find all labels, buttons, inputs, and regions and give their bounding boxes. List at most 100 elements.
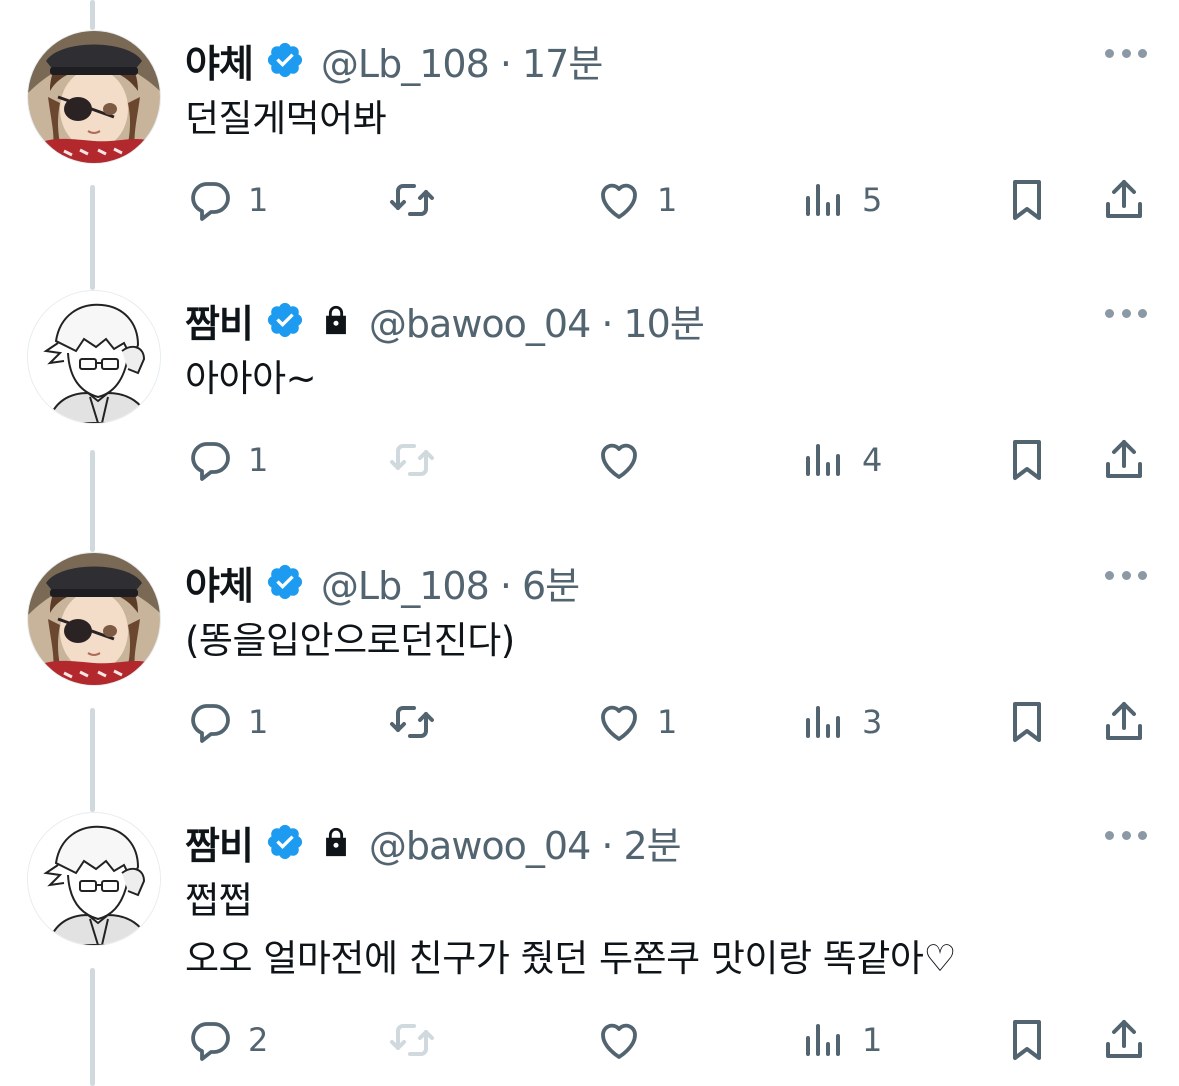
views-icon [800, 698, 848, 746]
verified-badge-icon [265, 40, 305, 80]
thread-line [90, 0, 95, 30]
reply-icon [186, 436, 234, 484]
reply-button[interactable]: 1 [186, 170, 268, 230]
action-bar: 1 4 [0, 430, 1179, 490]
view-count: 1 [862, 1021, 883, 1059]
share-icon [1100, 176, 1148, 224]
more-icon[interactable] [1105, 46, 1147, 60]
action-bar: 2 1 [0, 1010, 1179, 1070]
action-bar: 1 1 5 [0, 170, 1179, 230]
bookmark-icon [1003, 176, 1051, 224]
handle-and-time[interactable]: @bawoo_04 · 10분 [369, 293, 705, 348]
tweet-text-line: 쩝쩝 [185, 879, 253, 922]
share-icon [1100, 436, 1148, 484]
tweet-header: 짬비 @bawoo_04 · 10분 [185, 290, 705, 350]
retweet-button[interactable] [388, 692, 436, 752]
bookmark-icon [1003, 436, 1051, 484]
views-icon [800, 176, 848, 224]
tweet-header: 짬비 @bawoo_04 · 2분 [185, 812, 682, 872]
more-icon[interactable] [1105, 306, 1147, 320]
tweet-header: 야체 @Lb_108 · 17분 [185, 30, 603, 90]
views-button[interactable]: 4 [800, 430, 882, 490]
bookmark-icon [1003, 698, 1051, 746]
view-count: 3 [862, 703, 883, 741]
tweet-3[interactable]: 야체 @Lb_108 · 6분 (똥을입안으로던진다) 1 1 3 [0, 552, 1179, 812]
tweet-text: 던질게먹어봐 [185, 90, 387, 148]
views-icon [800, 436, 848, 484]
tweet-4[interactable]: 짬비 @bawoo_04 · 2분 쩝쩝오오 얼마전에 친구가 줬던 두쫀쿠 맛… [0, 812, 1179, 1072]
lock-icon [319, 825, 353, 859]
reply-button[interactable]: 1 [186, 692, 268, 752]
retweet-icon [388, 176, 436, 224]
like-button[interactable] [595, 430, 657, 490]
avatar-sketch-boy[interactable] [27, 812, 161, 946]
retweet-button [388, 430, 436, 490]
tweet-1[interactable]: 야체 @Lb_108 · 17분 던질게먹어봐 1 1 5 [0, 30, 1179, 290]
display-name[interactable]: 야체 [185, 555, 254, 610]
share-button[interactable] [1100, 1010, 1148, 1070]
like-button[interactable] [595, 1010, 657, 1070]
handle-and-time[interactable]: @bawoo_04 · 2분 [369, 815, 682, 870]
share-button[interactable] [1100, 430, 1148, 490]
bookmark-button[interactable] [1003, 430, 1051, 490]
tweet-text-line: 오오 얼마전에 친구가 줬던 두쫀쿠 맛이랑 똑같아♡ [185, 937, 957, 980]
retweet-icon [388, 698, 436, 746]
like-count: 1 [657, 181, 678, 219]
views-button[interactable]: 3 [800, 692, 882, 752]
verified-badge-icon [265, 562, 305, 602]
heart-icon [595, 436, 643, 484]
views-button[interactable]: 1 [800, 1010, 882, 1070]
views-button[interactable]: 5 [800, 170, 882, 230]
views-icon [800, 1016, 848, 1064]
share-icon [1100, 1016, 1148, 1064]
share-button[interactable] [1100, 692, 1148, 752]
bookmark-button[interactable] [1003, 170, 1051, 230]
reply-icon [186, 176, 234, 224]
avatar-girl-eyepatch[interactable] [27, 30, 161, 164]
bookmark-button[interactable] [1003, 1010, 1051, 1070]
tweet-text: (똥을입안으로던진다) [185, 612, 515, 670]
verified-badge-icon [265, 822, 305, 862]
display-name[interactable]: 짬비 [185, 815, 254, 870]
share-button[interactable] [1100, 170, 1148, 230]
view-count: 5 [862, 181, 883, 219]
tweet-text: 아아아~ [185, 350, 317, 408]
more-icon[interactable] [1105, 568, 1147, 582]
retweet-icon [388, 436, 436, 484]
handle-and-time[interactable]: @Lb_108 · 17분 [321, 33, 603, 88]
display-name[interactable]: 야체 [185, 33, 254, 88]
verified-badge-icon [265, 300, 305, 340]
heart-icon [595, 1016, 643, 1064]
like-count: 1 [657, 703, 678, 741]
retweet-button [388, 1010, 436, 1070]
reply-button[interactable]: 1 [186, 430, 268, 490]
like-button[interactable]: 1 [595, 170, 677, 230]
handle-and-time[interactable]: @Lb_108 · 6분 [321, 555, 580, 610]
tweet-text-line: 아아아~ [185, 357, 317, 400]
lock-icon [319, 303, 353, 337]
reply-count: 2 [248, 1021, 269, 1059]
avatar-sketch-boy[interactable] [27, 290, 161, 424]
reply-icon [186, 698, 234, 746]
reply-count: 1 [248, 441, 269, 479]
like-button[interactable]: 1 [595, 692, 677, 752]
more-icon[interactable] [1105, 828, 1147, 842]
avatar-girl-eyepatch[interactable] [27, 552, 161, 686]
heart-icon [595, 698, 643, 746]
heart-icon [595, 176, 643, 224]
reply-button[interactable]: 2 [186, 1010, 268, 1070]
action-bar: 1 1 3 [0, 692, 1179, 752]
share-icon [1100, 698, 1148, 746]
display-name[interactable]: 짬비 [185, 293, 254, 348]
tweet-text-line: 던질게먹어봐 [185, 97, 387, 140]
tweet-text: 쩝쩝오오 얼마전에 친구가 줬던 두쫀쿠 맛이랑 똑같아♡ [185, 872, 957, 988]
tweet-2[interactable]: 짬비 @bawoo_04 · 10분 아아아~ 1 4 [0, 290, 1179, 550]
tweet-header: 야체 @Lb_108 · 6분 [185, 552, 580, 612]
retweet-button[interactable] [388, 170, 436, 230]
retweet-icon [388, 1016, 436, 1064]
view-count: 4 [862, 441, 883, 479]
reply-count: 1 [248, 703, 269, 741]
bookmark-button[interactable] [1003, 692, 1051, 752]
reply-icon [186, 1016, 234, 1064]
tweet-text-line: (똥을입안으로던진다) [185, 619, 515, 662]
